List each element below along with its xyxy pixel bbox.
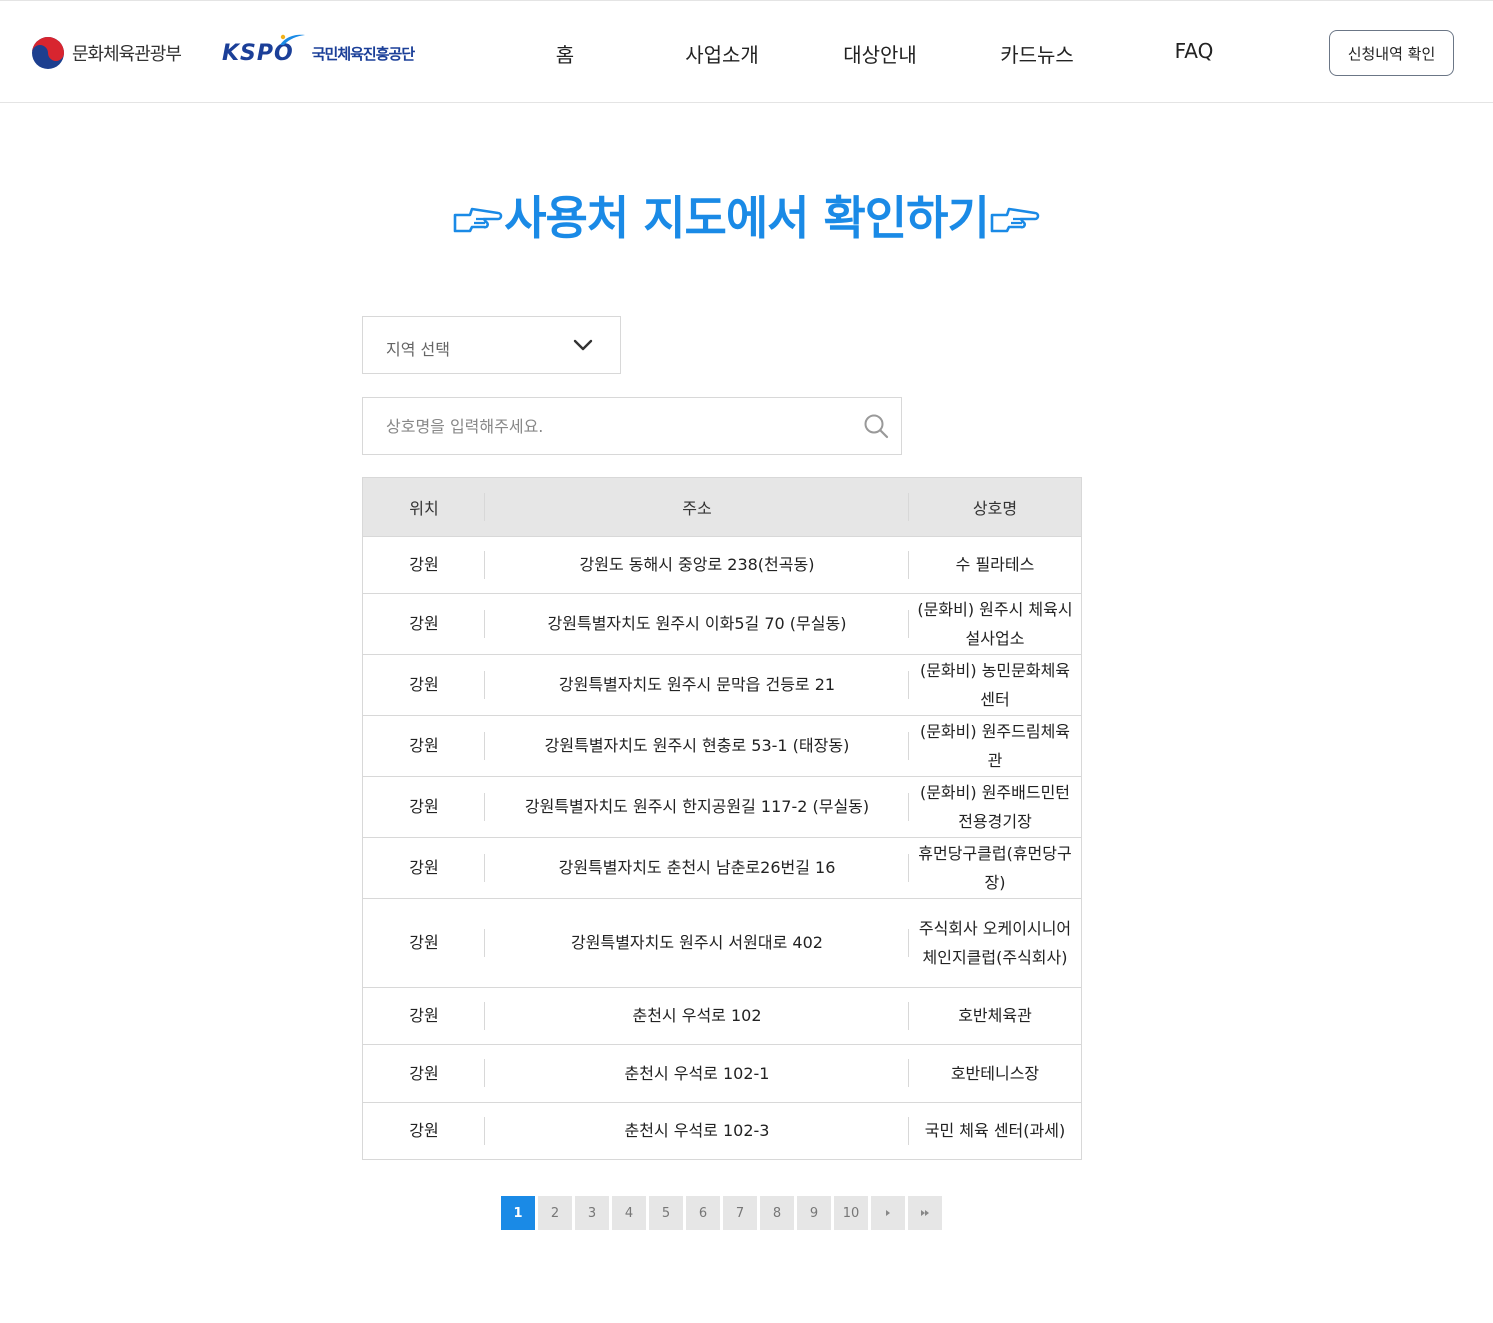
page-6-button[interactable]: 6 [686, 1196, 720, 1230]
cell-region: 강원 [363, 535, 485, 593]
cell-address: 강원특별자치도 원주시 서원대로 402 [485, 897, 909, 987]
search-box [362, 397, 902, 455]
pointing-hand-right-icon [990, 207, 1040, 232]
table-row: 강원 강원특별자치도 원주시 문막읍 건등로 21 (문화비) 농민문화체육센터 [363, 653, 1081, 715]
nav-target-guide[interactable]: 대상안내 [843, 39, 917, 68]
search-icon[interactable] [863, 413, 889, 439]
column-header-region: 위치 [363, 478, 485, 536]
cell-address: 강원특별자치도 원주시 문막읍 건등로 21 [485, 653, 909, 715]
cell-business-name: 호반테니스장 [909, 1043, 1081, 1102]
double-caret-right-icon [921, 1210, 929, 1216]
page-title-text: 사용처 지도에서 확인하기 [504, 191, 990, 245]
table-row: 강원 강원특별자치도 원주시 서원대로 402 주식회사 오케이시니어체인지클럽… [363, 897, 1081, 987]
table-row: 강원 강원도 동해시 중앙로 238(천곡동) 수 필라테스 [363, 535, 1081, 593]
page-5-button[interactable]: 5 [649, 1196, 683, 1230]
kspo-org-name: 국민체육진흥공단 [311, 44, 415, 63]
ministry-logo[interactable]: 문화체육관광부 [31, 35, 182, 71]
region-select-label: 지역 선택 [386, 340, 450, 359]
table-row: 강원 춘천시 우석로 102 호반체육관 [363, 986, 1081, 1044]
kspo-mark: KSPO [222, 34, 305, 66]
next-page-button[interactable] [871, 1196, 905, 1230]
last-page-button[interactable] [908, 1196, 942, 1230]
business-name-search-input[interactable] [363, 398, 843, 454]
cell-address: 강원특별자치도 원주시 한지공원길 117-2 (무실동) [485, 775, 909, 837]
page-2-button[interactable]: 2 [538, 1196, 572, 1230]
page-9-button[interactable]: 9 [797, 1196, 831, 1230]
cell-address: 춘천시 우석로 102-1 [485, 1043, 909, 1102]
cell-business-name: (문화비) 원주배드민턴전용경기장 [909, 775, 1081, 837]
cell-region: 강원 [363, 897, 485, 987]
cell-business-name: 국민 체육 센터(과세) [909, 1101, 1081, 1159]
site-header: 문화체육관광부 KSPO 국민체육진흥공단 홈 사업소개 대상안내 카드뉴스 F… [0, 0, 1493, 103]
page-10-button[interactable]: 10 [834, 1196, 868, 1230]
cell-region: 강원 [363, 592, 485, 654]
cell-address: 춘천시 우석로 102 [485, 986, 909, 1044]
table-header-row: 위치 주소 상호명 [363, 478, 1081, 536]
table-row: 강원 강원특별자치도 춘천시 남춘로26번길 16 휴먼당구클럽(휴먼당구장) [363, 836, 1081, 898]
cell-region: 강원 [363, 836, 485, 898]
cell-business-name: 호반체육관 [909, 986, 1081, 1044]
cell-address: 강원특별자치도 원주시 현충로 53-1 (태장동) [485, 714, 909, 776]
cell-business-name: 주식회사 오케이시니어체인지클럽(주식회사) [909, 897, 1081, 987]
nav-faq[interactable]: FAQ [1175, 39, 1214, 63]
pointing-hand-right-icon [453, 207, 503, 232]
page-title: 사용처 지도에서 확인하기 [0, 182, 1493, 248]
page-7-button[interactable]: 7 [723, 1196, 757, 1230]
cell-address: 강원도 동해시 중앙로 238(천곡동) [485, 535, 909, 593]
table-row: 강원 춘천시 우석로 102-1 호반테니스장 [363, 1043, 1081, 1102]
cell-region: 강원 [363, 1043, 485, 1102]
pagination: 1 2 3 4 5 6 7 8 9 10 [501, 1196, 945, 1230]
kspo-swoosh-icon [279, 34, 305, 45]
cell-address: 춘천시 우석로 102-3 [485, 1101, 909, 1159]
ministry-name: 문화체육관광부 [72, 44, 182, 65]
cell-business-name: (문화비) 원주시 체육시설사업소 [909, 592, 1081, 654]
cell-business-name: 수 필라테스 [909, 535, 1081, 593]
cell-region: 강원 [363, 986, 485, 1044]
table-row: 강원 강원특별자치도 원주시 이화5길 70 (무실동) (문화비) 원주시 체… [363, 592, 1081, 654]
caret-right-icon [886, 1210, 890, 1216]
column-header-business-name: 상호명 [909, 478, 1081, 536]
check-application-button[interactable]: 신청내역 확인 [1329, 30, 1454, 76]
kspo-logo[interactable]: KSPO 국민체육진흥공단 [222, 34, 415, 71]
page-4-button[interactable]: 4 [612, 1196, 646, 1230]
table-row: 강원 강원특별자치도 원주시 현충로 53-1 (태장동) (문화비) 원주드림… [363, 714, 1081, 776]
region-select[interactable]: 지역 선택 [362, 316, 621, 374]
page-3-button[interactable]: 3 [575, 1196, 609, 1230]
table-row: 강원 춘천시 우석로 102-3 국민 체육 센터(과세) [363, 1101, 1081, 1159]
column-header-address: 주소 [485, 478, 909, 536]
page-1-button[interactable]: 1 [501, 1196, 535, 1230]
cell-address: 강원특별자치도 원주시 이화5길 70 (무실동) [485, 592, 909, 654]
cell-region: 강원 [363, 1101, 485, 1159]
cell-region: 강원 [363, 653, 485, 715]
taegeuk-emblem-icon [32, 37, 64, 69]
nav-card-news[interactable]: 카드뉴스 [1000, 39, 1074, 68]
venue-table: 위치 주소 상호명 강원 강원도 동해시 중앙로 238(천곡동) 수 필라테스… [362, 477, 1082, 1160]
chevron-down-icon [573, 339, 593, 351]
nav-business-intro[interactable]: 사업소개 [685, 39, 759, 68]
table-row: 강원 강원특별자치도 원주시 한지공원길 117-2 (무실동) (문화비) 원… [363, 775, 1081, 837]
cell-region: 강원 [363, 714, 485, 776]
cell-business-name: 휴먼당구클럽(휴먼당구장) [909, 836, 1081, 898]
cell-business-name: (문화비) 원주드림체육관 [909, 714, 1081, 776]
cell-address: 강원특별자치도 춘천시 남춘로26번길 16 [485, 836, 909, 898]
nav-home[interactable]: 홈 [556, 39, 574, 68]
cell-region: 강원 [363, 775, 485, 837]
cell-business-name: (문화비) 농민문화체육센터 [909, 653, 1081, 715]
page-8-button[interactable]: 8 [760, 1196, 794, 1230]
